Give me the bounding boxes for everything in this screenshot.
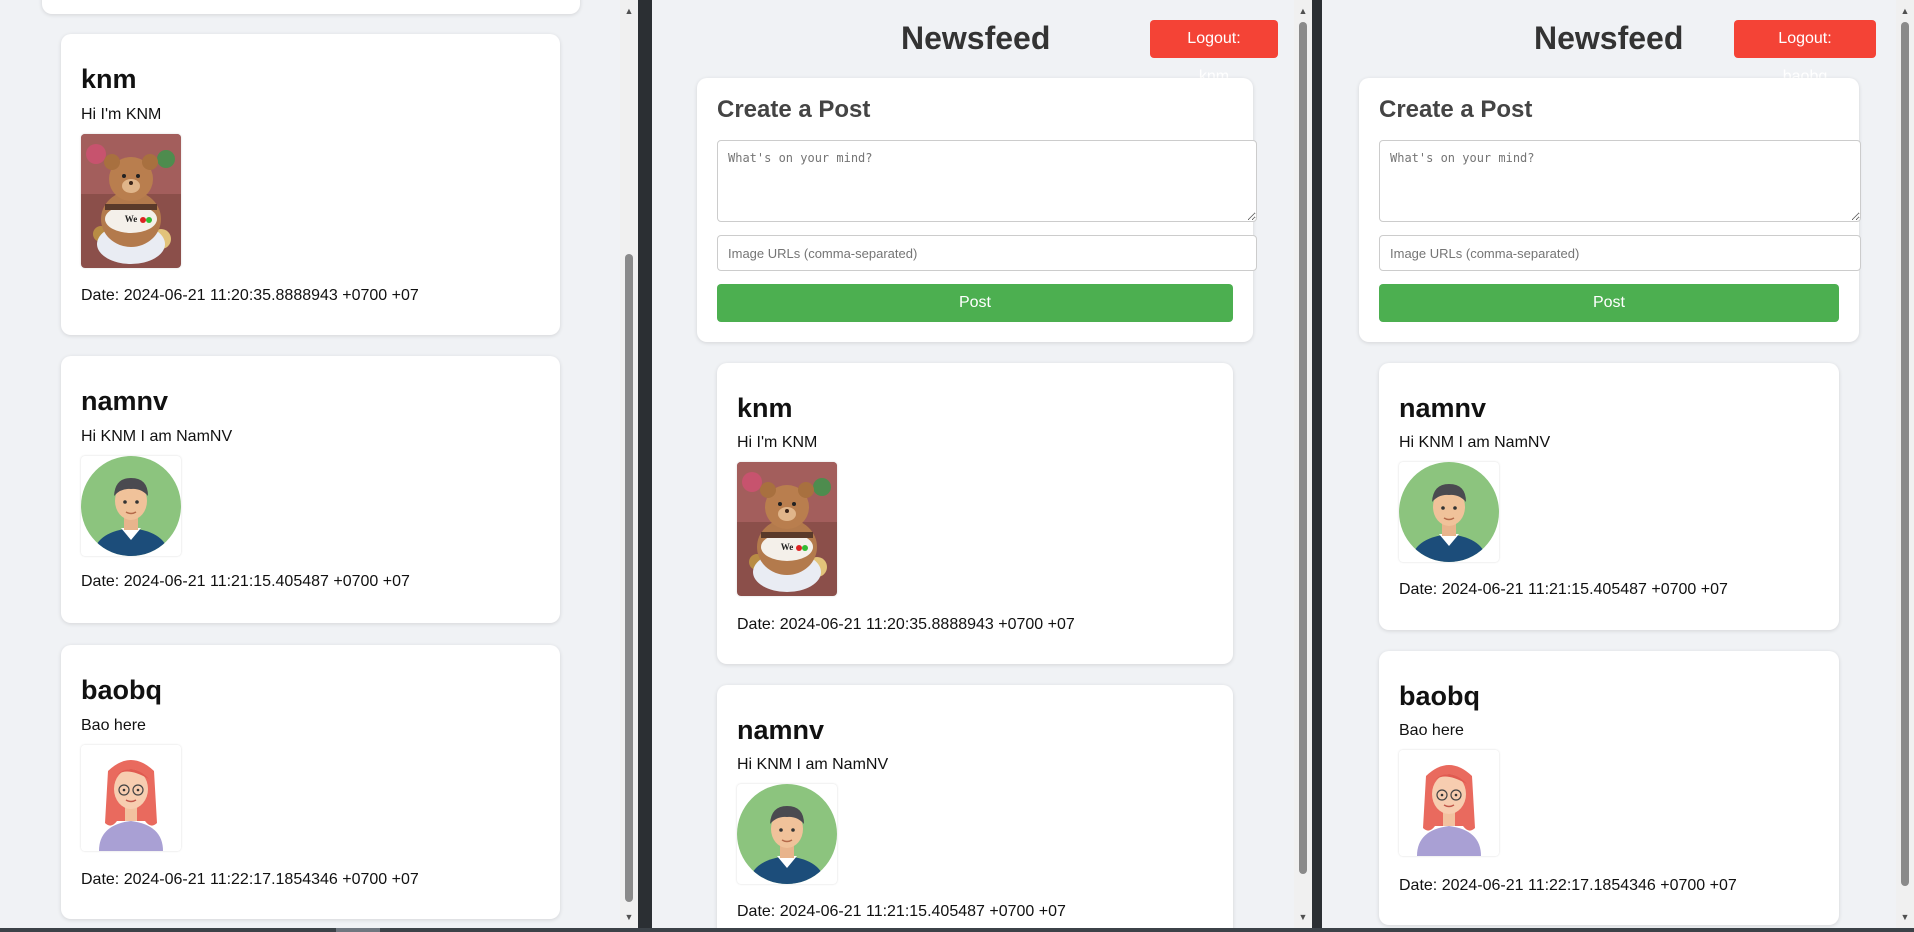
post-date: Date: 2024-06-21 11:21:15.405487 +0700 +…	[1399, 581, 1728, 598]
teddy-bear-image: We	[81, 134, 181, 268]
svg-text:We: We	[781, 542, 794, 552]
taskbar-strip	[0, 928, 1914, 932]
post-author: baobq	[81, 675, 162, 705]
post-card: namnv Hi KNM I am NamNV Date: 2024-06-21…	[61, 356, 560, 623]
post-date: Date: 2024-06-21 11:20:35.8888943 +0700 …	[737, 616, 1075, 633]
post-card: knm Hi I'm KNM We Date: 2024-06-21 11:20…	[717, 363, 1233, 664]
post-image-male-avatar	[737, 784, 837, 884]
post-date: Date: 2024-06-21 11:20:35.8888943 +0700 …	[81, 287, 419, 304]
scrollbar-thumb[interactable]	[1299, 22, 1307, 874]
scrollbar-thumb[interactable]	[625, 254, 633, 902]
post-author: baobq	[1399, 681, 1480, 711]
post-image-teddy-bear: We	[81, 134, 181, 268]
post-content: Hi I'm KNM	[737, 434, 818, 451]
post-content: Bao here	[81, 717, 146, 734]
post-content: Hi KNM I am NamNV	[1399, 434, 1551, 451]
page-title: Newsfeed	[901, 20, 1051, 56]
post-image-female-avatar	[81, 745, 181, 851]
create-post-card: Create a Post Post	[697, 78, 1257, 342]
male-avatar-image	[1399, 462, 1499, 562]
taskbar-tab[interactable]	[336, 928, 380, 932]
post-button[interactable]: Post	[717, 284, 1233, 322]
logout-button[interactable]: Logout: baobq	[1734, 20, 1876, 85]
post-card: namnv Hi KNM I am NamNV Date: 2024-06-21…	[1379, 363, 1839, 630]
post-image-male-avatar	[81, 456, 181, 556]
create-post-title: Create a Post	[717, 96, 871, 123]
post-image-male-avatar	[1399, 462, 1499, 562]
post-author: namnv	[1399, 393, 1487, 423]
scroll-up-arrow-icon[interactable]: ▲	[620, 2, 638, 20]
image-urls-input[interactable]	[717, 235, 1257, 271]
scroll-down-arrow-icon[interactable]: ▼	[620, 908, 638, 926]
scroll-up-arrow-icon[interactable]: ▲	[1294, 2, 1312, 20]
post-author: namnv	[81, 386, 169, 416]
post-card-partial	[42, 0, 580, 14]
browser-pane-3: Newsfeed Logout: baobq Create a Post Pos…	[1322, 0, 1914, 928]
male-avatar-image	[737, 784, 837, 884]
female-avatar-image	[1399, 750, 1499, 856]
create-post-title: Create a Post	[1379, 96, 1533, 123]
browser-pane-1: knm Hi I'm KNM We Date: 2024-06-21 11:20…	[0, 0, 638, 928]
post-date: Date: 2024-06-21 11:22:17.1854346 +0700 …	[1399, 877, 1737, 894]
post-content: Hi I'm KNM	[81, 106, 162, 123]
browser-pane-2: Newsfeed Logout: knm Create a Post Post …	[652, 0, 1312, 928]
post-date: Date: 2024-06-21 11:21:15.405487 +0700 +…	[81, 573, 410, 590]
post-content: Hi KNM I am NamNV	[81, 428, 233, 445]
scroll-down-arrow-icon[interactable]: ▼	[1896, 908, 1914, 926]
scroll-down-arrow-icon[interactable]: ▼	[1294, 908, 1312, 926]
post-author: knm	[737, 393, 793, 423]
post-content-input[interactable]	[1379, 140, 1861, 222]
post-button[interactable]: Post	[1379, 284, 1839, 322]
pane-2-scrollbar[interactable]: ▲ ▼	[1294, 0, 1312, 928]
scroll-up-arrow-icon[interactable]: ▲	[1896, 2, 1914, 20]
post-content: Hi KNM I am NamNV	[737, 756, 889, 773]
post-image-teddy-bear: We	[737, 462, 837, 596]
post-content: Bao here	[1399, 722, 1464, 739]
post-content-input[interactable]	[717, 140, 1257, 222]
post-card: baobq Bao here Date: 2024-06-21 11:22:17…	[1379, 651, 1839, 925]
post-author: knm	[81, 64, 137, 94]
post-author: namnv	[737, 715, 825, 745]
pane-3-scrollbar[interactable]: ▲ ▼	[1896, 0, 1914, 928]
post-card: baobq Bao here Date: 2024-06-21 11:22:17…	[61, 645, 560, 919]
logout-button[interactable]: Logout: knm	[1150, 20, 1278, 85]
image-urls-input[interactable]	[1379, 235, 1861, 271]
post-date: Date: 2024-06-21 11:22:17.1854346 +0700 …	[81, 871, 419, 888]
post-card: knm Hi I'm KNM We Date: 2024-06-21 11:20…	[61, 34, 560, 335]
male-avatar-image	[81, 456, 181, 556]
pane-1-scrollbar[interactable]: ▲ ▼	[620, 0, 638, 928]
post-image-female-avatar	[1399, 750, 1499, 856]
page-title: Newsfeed	[1534, 20, 1684, 56]
female-avatar-image	[81, 745, 181, 851]
svg-text:We: We	[125, 214, 138, 224]
post-date: Date: 2024-06-21 11:21:15.405487 +0700 +…	[737, 903, 1066, 920]
scrollbar-thumb[interactable]	[1901, 22, 1909, 886]
teddy-bear-image: We	[737, 462, 837, 596]
create-post-card: Create a Post Post	[1359, 78, 1861, 342]
post-card: namnv Hi KNM I am NamNV Date: 2024-06-21…	[717, 685, 1233, 928]
